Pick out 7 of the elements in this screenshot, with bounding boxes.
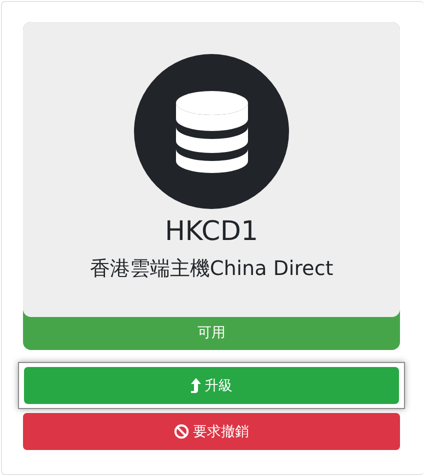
status-label: 可用	[196, 324, 226, 343]
upgrade-button[interactable]: 升級	[24, 367, 399, 404]
service-name: HKCD1	[164, 215, 258, 249]
product-name: 香港雲端主機China Direct	[90, 255, 334, 281]
ban-icon	[174, 424, 189, 439]
cancel-button[interactable]: 要求撤銷	[23, 413, 400, 450]
arrow-up-icon	[190, 378, 200, 393]
